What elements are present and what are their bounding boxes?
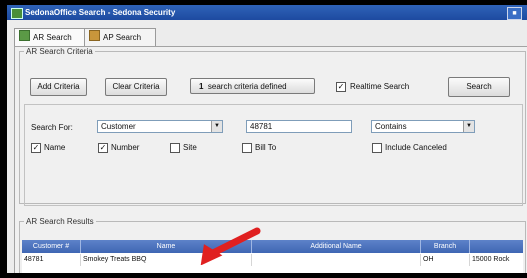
search-button[interactable]: Search xyxy=(448,77,510,97)
number-checkbox[interactable]: ✓ xyxy=(98,143,108,153)
ap-search-icon xyxy=(89,30,100,41)
tab-ap-search[interactable]: AP Search xyxy=(84,28,156,47)
tab-ar-search[interactable]: AR Search xyxy=(14,28,90,48)
criteria-group-label: AR Search Criteria xyxy=(26,47,93,56)
bill-to-checkbox[interactable] xyxy=(242,143,252,153)
tab-ar-search-label: AR Search xyxy=(33,33,72,42)
column-header-branch[interactable]: Branch xyxy=(421,240,470,253)
app-icon xyxy=(11,8,23,19)
results-grid: Customer # Name Additional Name Branch 4… xyxy=(22,240,523,273)
minimize-button[interactable]: ■ xyxy=(507,7,522,20)
include-canceled-label: Include Canceled xyxy=(385,143,447,152)
search-window: SedonaOffice Search - Sedona Security ■ … xyxy=(7,5,527,273)
bill-to-field-label: Bill To xyxy=(255,143,277,152)
add-criteria-button[interactable]: Add Criteria xyxy=(30,78,87,96)
chevron-down-icon[interactable]: ▼ xyxy=(211,121,222,132)
search-for-value: Customer xyxy=(101,122,136,131)
criteria-row-area: Search For: Customer ▼ 48781 Contains ▼ … xyxy=(24,104,523,206)
chevron-down-icon[interactable]: ▼ xyxy=(463,121,474,132)
realtime-search-checkbox[interactable]: ✓ xyxy=(336,82,346,92)
criteria-group: AR Search Criteria Add Criteria Clear Cr… xyxy=(19,47,526,206)
annotation-arrow-icon xyxy=(200,227,261,265)
realtime-search-label: Realtime Search xyxy=(350,82,410,91)
include-canceled-checkbox[interactable] xyxy=(372,143,382,153)
site-field-label: Site xyxy=(183,143,197,152)
criteria-count: 1 xyxy=(199,82,204,91)
match-type-value: Contains xyxy=(375,122,407,131)
table-row[interactable]: 48781 Smokey Treats BBQ OH 15000 Rock xyxy=(22,254,523,266)
title-bar: SedonaOffice Search - Sedona Security ■ xyxy=(7,5,527,20)
criteria-count-text: search criteria defined xyxy=(207,82,287,91)
column-header-customer[interactable]: Customer # xyxy=(22,240,81,253)
cell-extra: 15000 Rock xyxy=(470,254,523,266)
ar-search-panel: AR Search Criteria Add Criteria Clear Cr… xyxy=(14,46,527,273)
search-for-label: Search For: xyxy=(31,123,73,132)
name-field-label: Name xyxy=(44,143,66,152)
number-field-label: Number xyxy=(111,143,140,152)
site-checkbox[interactable] xyxy=(170,143,180,153)
tab-ap-search-label: AP Search xyxy=(103,33,142,42)
ar-search-icon xyxy=(19,30,30,41)
results-group-label: AR Search Results xyxy=(26,217,94,226)
name-checkbox[interactable]: ✓ xyxy=(31,143,41,153)
column-header-extra[interactable] xyxy=(470,240,523,253)
window-title: SedonaOffice Search - Sedona Security xyxy=(25,8,176,17)
clear-criteria-button[interactable]: Clear Criteria xyxy=(105,78,167,96)
results-group: AR Search Results Customer # Name Additi… xyxy=(19,217,526,273)
cell-customer: 48781 xyxy=(22,254,81,266)
cell-additional-name xyxy=(252,254,421,266)
search-for-select[interactable]: Customer ▼ xyxy=(97,120,223,133)
cell-branch: OH xyxy=(421,254,470,266)
criteria-count-box: 1 search criteria defined xyxy=(190,78,315,94)
search-text-input[interactable]: 48781 xyxy=(246,120,352,133)
match-type-select[interactable]: Contains ▼ xyxy=(371,120,475,133)
column-header-additional-name[interactable]: Additional Name xyxy=(252,240,421,253)
